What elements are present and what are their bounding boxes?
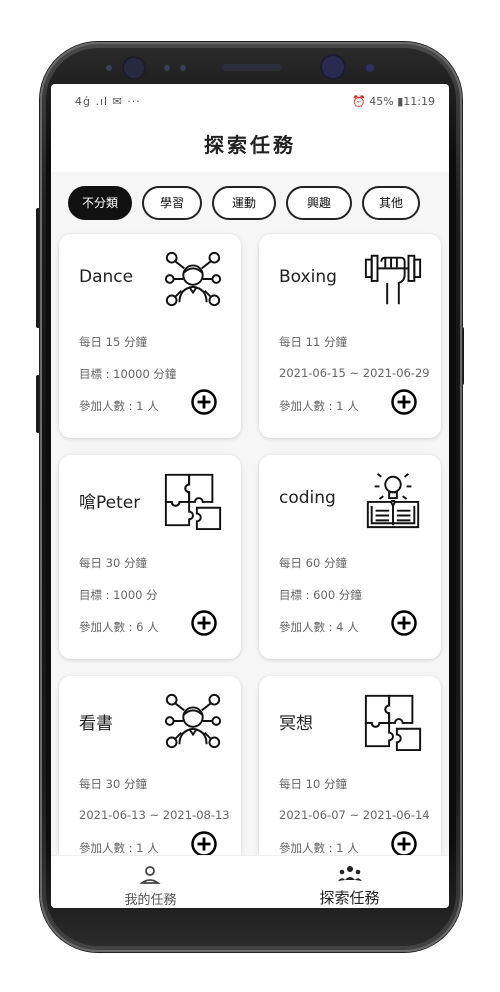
task-daily: 每日 30 分鐘 [79, 777, 147, 791]
task-goal: 目標 : 10000 分鐘 [79, 367, 177, 381]
task-daily: 每日 11 分鐘 [279, 335, 347, 349]
task-card-reading[interactable]: 看書 每日 30 分鐘 2021-06-13 ~ 2021-08-13 參加人數… [59, 676, 241, 880]
task-card-peter[interactable]: 嗆Peter 每日 30 分鐘 目標 : 1000 分 參加人數 : 6 人 [59, 455, 241, 659]
task-card-boxing[interactable]: Boxing 每日 11 分鐘 2021-06-15 ~ 2021-06-29 … [259, 234, 441, 438]
task-daily: 每日 30 分鐘 [79, 556, 147, 570]
puzzle-icon [364, 694, 422, 752]
task-name: 看書 [79, 714, 113, 734]
front-sensor [106, 65, 112, 71]
task-name: 嗆Peter [79, 493, 141, 513]
status-left: 4ǵ .ıl ✉ ··· [75, 95, 141, 108]
task-goal: 2021-06-07 ~ 2021-06-14 [279, 808, 430, 822]
iris-camera [322, 56, 344, 78]
person-network-icon [164, 251, 222, 307]
book-lightbulb-icon [366, 473, 420, 529]
task-participants: 參加人數 : 1 人 [279, 399, 359, 413]
chip-hobby[interactable]: 興趣 [286, 186, 352, 220]
screen: 4ǵ .ıl ✉ ··· ⏰ 45% ▮11:19 探索任務 不分類 學習 運動 興趣… [51, 84, 449, 908]
add-circle-icon[interactable] [390, 830, 418, 858]
status-right: ⏰ 45% ▮11:19 [352, 95, 435, 108]
status-bar: 4ǵ .ıl ✉ ··· ⏰ 45% ▮11:19 [51, 84, 449, 120]
task-goal: 2021-06-15 ~ 2021-06-29 [279, 366, 430, 380]
bottom-tab-bar: 我的任務 探索任務 [51, 855, 449, 908]
add-circle-icon[interactable] [190, 609, 218, 637]
task-participants: 參加人數 : 1 人 [279, 841, 359, 855]
task-daily: 每日 10 分鐘 [279, 777, 347, 791]
task-goal: 目標 : 1000 分 [79, 588, 158, 602]
chip-sport[interactable]: 運動 [212, 186, 276, 220]
task-goal: 目標 : 600 分鐘 [279, 588, 362, 602]
task-daily: 每日 60 分鐘 [279, 556, 347, 570]
task-name: 冥想 [279, 714, 313, 734]
tab-label: 探索任務 [319, 889, 380, 907]
iris-led [366, 64, 374, 72]
chip-study[interactable]: 學習 [142, 186, 202, 220]
tab-my-tasks[interactable]: 我的任務 [51, 856, 250, 908]
earpiece-speaker [222, 64, 282, 71]
task-participants: 參加人數 : 1 人 [79, 841, 159, 855]
page-title: 探索任務 [204, 133, 296, 157]
task-name: coding [279, 488, 336, 508]
dumbbell-hand-icon [364, 254, 422, 305]
task-card-dance[interactable]: Dance 每日 15 分鐘 目標 : 10000 分鐘 參加人數 : 1 人 [59, 234, 241, 438]
task-participants: 參加人數 : 4 人 [279, 620, 359, 634]
chip-all[interactable]: 不分類 [68, 186, 132, 220]
task-participants: 參加人數 : 1 人 [79, 399, 159, 413]
tab-explore-tasks[interactable]: 探索任務 [250, 856, 449, 908]
category-chips: 不分類 學習 運動 興趣 其他 [68, 186, 430, 220]
add-circle-icon[interactable] [190, 388, 218, 416]
tab-label: 我的任務 [124, 893, 177, 908]
proximity-sensor [164, 65, 170, 71]
task-name: Dance [79, 267, 134, 287]
task-participants: 參加人數 : 6 人 [79, 620, 159, 634]
add-circle-icon[interactable] [190, 830, 218, 858]
person-icon [139, 866, 161, 884]
front-camera [124, 58, 144, 78]
page-header: 探索任務 [51, 120, 449, 172]
task-goal: 2021-06-13 ~ 2021-08-13 [79, 808, 230, 822]
add-circle-icon[interactable] [390, 388, 418, 416]
group-icon [338, 866, 362, 881]
person-network-icon [164, 693, 222, 749]
task-name: Boxing [279, 267, 337, 287]
task-card-coding[interactable]: coding 每日 60 分鐘 目標 : 600 分鐘 參加人數 : 4 人 [259, 455, 441, 659]
task-daily: 每日 15 分鐘 [79, 335, 147, 349]
chip-other[interactable]: 其他 [362, 186, 420, 220]
add-circle-icon[interactable] [390, 609, 418, 637]
puzzle-icon [164, 473, 222, 531]
ambient-sensor [180, 65, 186, 71]
task-card-meditation[interactable]: 冥想 每日 10 分鐘 2021-06-07 ~ 2021-06-14 參加人數… [259, 676, 441, 880]
